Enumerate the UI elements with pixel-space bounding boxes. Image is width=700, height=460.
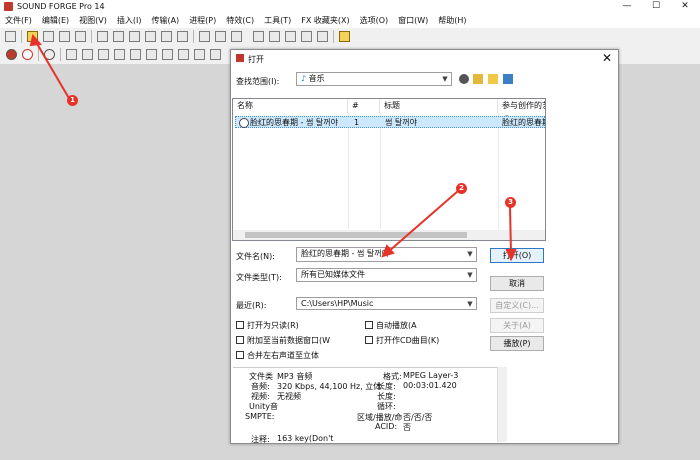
arrow-1 <box>35 41 71 101</box>
arrow-2 <box>387 190 459 253</box>
arrow-1-head <box>29 33 43 47</box>
arrow-3-head <box>505 249 517 262</box>
annotation-marker-1: 1 <box>67 95 78 106</box>
arrow-3 <box>509 205 512 255</box>
annotation-marker-3: 3 <box>505 197 516 208</box>
annotation-arrows <box>29 33 517 262</box>
arrow-2-head <box>381 244 395 258</box>
annotation-marker-2: 2 <box>456 183 467 194</box>
